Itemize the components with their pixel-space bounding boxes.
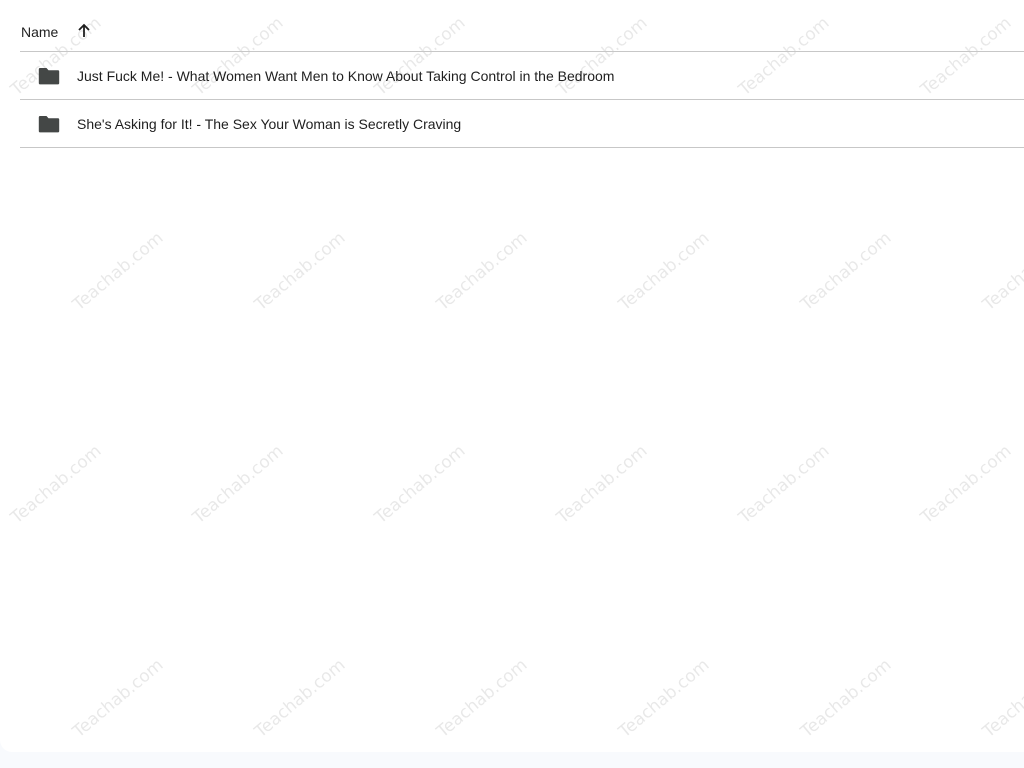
watermark-text: Teachab.com [69,655,168,742]
watermark-text: Teachab.com [797,228,896,315]
file-list: Just Fuck Me! - What Women Want Men to K… [20,52,1024,148]
arrow-up-icon [78,23,90,37]
folder-icon [37,64,61,88]
folder-icon [37,112,61,136]
watermark-text: Teachab.com [69,228,168,315]
watermark-text: Teachab.com [797,655,896,742]
list-item-name: Just Fuck Me! - What Women Want Men to K… [77,67,615,84]
watermark-text: Teachab.com [433,655,532,742]
list-item[interactable]: She's Asking for It! - The Sex Your Woma… [20,100,1024,148]
file-list-header: Name [20,0,1024,52]
watermark-text: Teachab.com [979,655,1024,742]
list-item[interactable]: Just Fuck Me! - What Women Want Men to K… [20,52,1024,100]
watermark-text: Teachab.com [433,228,532,315]
watermark-text: Teachab.com [917,441,1016,528]
name-column-header[interactable]: Name [21,12,58,40]
watermark-text: Teachab.com [735,441,834,528]
watermark-text: Teachab.com [553,441,652,528]
watermark-text: Teachab.com [615,228,714,315]
watermark-text: Teachab.com [251,655,350,742]
watermark-text: Teachab.com [615,655,714,742]
sort-ascending-button[interactable] [70,17,98,45]
file-list-panel: Teachab.com Teachab.com Teachab.com Teachab… [0,0,1024,752]
watermark-text: Teachab.com [979,228,1024,315]
watermark-text: Teachab.com [251,228,350,315]
list-item-name: She's Asking for It! - The Sex Your Woma… [77,115,462,132]
watermark-text: Teachab.com [371,441,470,528]
watermark-text: Teachab.com [189,441,288,528]
watermark-text: Teachab.com [7,441,106,528]
